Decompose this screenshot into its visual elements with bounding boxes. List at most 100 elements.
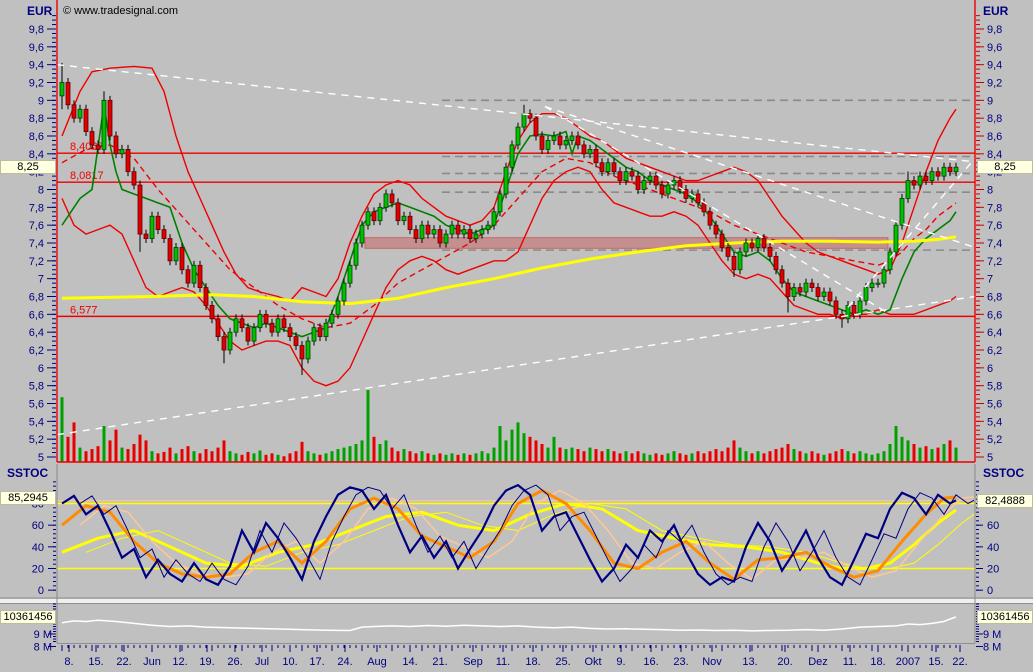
volume-tick-label: 8 M [34,642,52,654]
price-tick-label: 5,4 [987,416,1002,428]
price-tick-label: 6,4 [29,327,44,339]
candlesticks-layer [60,63,958,375]
price-marker-right: 8,25 [977,160,1033,174]
time-axis-label: 14. [402,656,417,668]
sstoc-tick-label: 20 [32,564,44,576]
time-axis-label: Aug [367,656,387,668]
price-tick-label: 6,2 [29,345,44,357]
price-tick-label: 9,4 [29,60,44,72]
price-tick-label: 6,4 [987,327,1002,339]
green-stop-line [62,105,956,337]
volume-marker-left: 10361456 [0,610,56,624]
sstoc-tick-label: 40 [32,542,44,554]
sstoc-tick-label: 40 [987,542,999,554]
price-tick-label: 5,2 [29,434,44,446]
time-axis-label: 11. [843,656,857,668]
sstoc-axis-title-right: SSTOC [983,466,1024,480]
time-axis-label: Dez [808,656,828,668]
sstoc-yellow-thick [62,504,956,569]
price-marker-left: 8,25 [0,160,56,174]
price-tick-label: 6 [987,363,993,375]
time-axis-label: 9. [616,656,625,668]
sstoc-tick-label: 60 [987,520,999,532]
sstoc-panel [57,485,980,585]
price-tick-label: 6,2 [987,345,1002,357]
time-axis-label: 12. [172,656,187,668]
time-axis-label: 8. [64,656,73,668]
hline-label: 8,0817 [70,170,104,182]
price-tick-label: 7,2 [987,256,1002,268]
sstoc-marker-right: 82,4888 [977,494,1033,508]
price-axis-title-right: EUR [983,4,1008,18]
hline-label: 6,577 [70,304,98,316]
red-dashed-ma [62,145,956,328]
time-axis-label: 13. [742,656,757,668]
price-tick-label: 8 [38,184,44,196]
sstoc-marker-left: 85,2945 [0,491,56,505]
time-axis-label: 10. [282,656,297,668]
time-axis-label: 21. [432,656,447,668]
price-axis-left: 9,89,69,49,298,88,68,48,287,87,67,47,276… [29,16,56,464]
volume-tick-label: 9 M [983,629,1001,641]
price-tick-label: 7,6 [29,220,44,232]
price-tick-label: 8 [987,184,993,196]
price-tick-label: 8,8 [987,113,1002,125]
sstoc-tick-label: 20 [987,564,999,576]
time-axis-label: 24. [337,656,352,668]
price-tick-label: 7 [38,274,44,286]
time-axis-label: 19. [199,656,214,668]
copyright-text: © www.tradesignal.com [63,5,178,17]
price-tick-label: 6,8 [987,291,1002,303]
tradesignal-chart-window: 8,40678,08176,5779,89,69,49,298,88,68,48… [0,0,1033,672]
price-tick-label: 5,8 [29,381,44,393]
price-tick-label: 9,8 [29,24,44,36]
volume-tick-label: 8 M [983,642,1001,654]
time-axis-label: 22. [116,656,131,668]
price-tick-label: 7,4 [987,238,1002,250]
sstoc-axis-title-left: SSTOC [7,466,48,480]
price-tick-label: 7,6 [987,220,1002,232]
time-axis-label: Sep [463,656,483,668]
time-axis: 8.15.22.Jun12.19.26.Jul10.17.24.Aug14.21… [62,645,968,668]
price-tick-label: 5,4 [29,416,44,428]
time-axis-label: 18. [870,656,885,668]
price-tick-label: 6 [38,363,44,375]
price-tick-label: 8,6 [987,131,1002,143]
price-tick-label: 9,6 [987,42,1002,54]
sstoc-tick-label: 0 [987,585,993,597]
price-tick-label: 9,6 [29,42,44,54]
price-tick-label: 6,6 [29,309,44,321]
price-tick-label: 9,2 [987,77,1002,89]
volume-marker-right: 10361456 [977,610,1033,624]
time-axis-label: 17. [309,656,324,668]
price-tick-label: 9,2 [29,77,44,89]
money-flow-panel [62,617,956,631]
time-axis-label: 2007 [896,656,920,668]
price-tick-label: 7,8 [987,202,1002,214]
price-tick-label: 7 [987,274,993,286]
volume-tick-label: 9 M [34,629,52,641]
price-tick-label: 8,8 [29,113,44,125]
price-axis-title-left: EUR [27,4,52,18]
time-axis-label: 11. [496,656,510,668]
time-axis-label: 23. [673,656,688,668]
price-tick-label: 9 [38,95,44,107]
price-tick-label: 9,4 [987,60,1002,72]
price-tick-label: 5,2 [987,434,1002,446]
price-tick-label: 6,8 [29,291,44,303]
red-horizontal-lines: 8,40678,08176,577 [57,141,975,316]
volume-bars-layer [61,390,958,462]
resistance-zone [365,238,888,249]
price-tick-label: 9,8 [987,24,1002,36]
price-tick-label: 8,6 [29,131,44,143]
time-axis-label: 15. [88,656,103,668]
time-axis-label: 18. [525,656,540,668]
sstoc-tick-label: 0 [38,585,44,597]
main-price-panel: 8,40678,08176,577 [57,63,975,462]
price-tick-label: 9 [987,95,993,107]
chart-canvas[interactable]: 8,40678,08176,5779,89,69,49,298,88,68,48… [0,0,1033,672]
time-axis-label: 15. [928,656,943,668]
time-axis-label: Nov [702,656,722,668]
time-axis-label: 25. [555,656,570,668]
price-tick-label: 5,6 [987,398,1002,410]
